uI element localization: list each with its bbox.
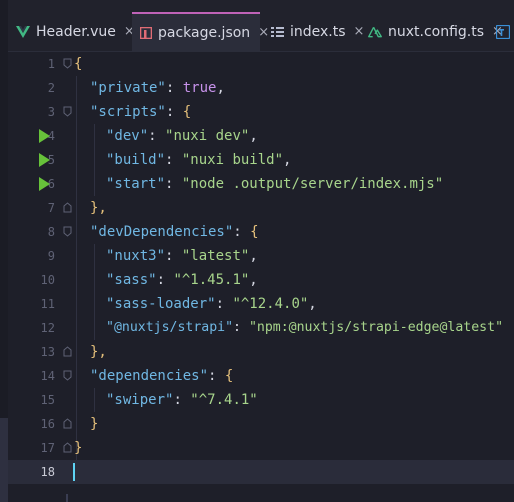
code-line[interactable]: 13 }, <box>8 340 514 364</box>
text-cursor <box>73 463 75 481</box>
line-number: 14 <box>40 369 55 383</box>
line-number: 13 <box>40 345 55 359</box>
line-number: 17 <box>40 441 55 455</box>
code-line[interactable]: 3 "scripts": { <box>8 100 514 124</box>
code-line[interactable]: 10 "sass": "^1.45.1", <box>8 268 514 292</box>
fold-icon[interactable] <box>63 370 72 381</box>
code-text: "dependencies": { <box>90 368 234 384</box>
code-editor[interactable]: 1 { 2 "private": true, 3 "scripts": { 4 … <box>8 52 514 502</box>
fold-end-icon[interactable] <box>63 346 72 357</box>
run-script-icon[interactable] <box>39 129 50 143</box>
code-line[interactable]: 17 } <box>8 436 514 460</box>
code-text: "swiper": "^7.4.1" <box>106 392 258 408</box>
close-icon[interactable]: × <box>354 24 365 39</box>
code-line[interactable]: 9 "nuxt3": "latest", <box>8 244 514 268</box>
code-text: { <box>74 56 83 72</box>
code-text: "@nuxtjs/strapi": "npm:@nuxtjs/strapi-ed… <box>106 320 504 335</box>
line-number: 16 <box>40 417 55 431</box>
line-number: 12 <box>40 321 55 335</box>
code-line[interactable]: 15 "swiper": "^7.4.1" <box>8 388 514 412</box>
line-number: 1 <box>47 57 55 71</box>
code-line[interactable]: 11 "sass-loader": "^12.4.0", <box>8 292 514 316</box>
run-script-icon[interactable] <box>39 153 50 167</box>
code-text: }, <box>90 200 107 216</box>
code-text: "devDependencies": { <box>90 224 259 240</box>
code-line[interactable]: 12 "@nuxtjs/strapi": "npm:@nuxtjs/strapi… <box>8 316 514 340</box>
line-number: 10 <box>40 273 55 287</box>
list-icon <box>270 25 284 39</box>
line-number: 15 <box>40 393 55 407</box>
nuxt-icon <box>368 25 382 39</box>
editor-tab-bar: Header.vue × package.json × index.ts × n… <box>8 0 514 52</box>
close-icon[interactable]: × <box>258 25 269 40</box>
line-number: 2 <box>47 81 55 95</box>
fold-end-icon[interactable] <box>63 442 72 453</box>
code-text: "dev": "nuxi dev", <box>106 128 258 144</box>
fold-icon[interactable] <box>63 58 72 69</box>
code-line-current[interactable]: 18 <box>8 460 514 484</box>
fold-end-icon[interactable] <box>63 418 72 429</box>
code-text: "scripts": { <box>90 104 192 120</box>
tool-strip-marker <box>0 418 8 502</box>
fold-icon[interactable] <box>63 226 72 237</box>
fold-icon[interactable] <box>63 106 72 117</box>
code-text: "start": "node .output/server/index.mjs" <box>106 176 444 192</box>
fold-end-icon[interactable] <box>63 202 72 213</box>
code-text: } <box>90 416 99 432</box>
code-text: "build": "nuxi build", <box>106 152 292 168</box>
line-number: 11 <box>40 297 55 311</box>
tab-package-json[interactable]: package.json × <box>132 12 269 51</box>
line-number: 3 <box>47 105 55 119</box>
tab-label: nuxt.config.ts <box>388 23 485 40</box>
left-tool-strip <box>0 0 8 502</box>
code-text: "sass": "^1.45.1", <box>106 272 258 288</box>
line-number: 8 <box>47 225 55 239</box>
vue-icon <box>16 25 30 39</box>
code-text: } <box>74 440 83 456</box>
tab-nuxt-config-ts[interactable]: nuxt.config.ts × <box>368 12 503 51</box>
run-script-icon[interactable] <box>39 177 50 191</box>
line-number: 7 <box>47 201 55 215</box>
code-line[interactable]: 8 "devDependencies": { <box>8 220 514 244</box>
code-line[interactable]: 6 "start": "node .output/server/index.mj… <box>8 172 514 196</box>
code-text: "sass-loader": "^12.4.0", <box>106 296 317 312</box>
indent-guide-tail <box>66 494 68 502</box>
code-line[interactable]: 5 "build": "nuxi build", <box>8 148 514 172</box>
tab-index-ts[interactable]: index.ts × <box>270 12 364 51</box>
line-number: 9 <box>47 249 55 263</box>
tab-label: index.ts <box>290 23 346 40</box>
code-line[interactable]: 4 "dev": "nuxi dev", <box>8 124 514 148</box>
code-line[interactable]: 16 } <box>8 412 514 436</box>
tab-label: Header.vue <box>36 23 116 40</box>
code-text: "private": true, <box>90 80 225 96</box>
line-number: 18 <box>40 465 55 479</box>
code-line[interactable]: 7 }, <box>8 196 514 220</box>
code-text: "nuxt3": "latest", <box>106 248 258 264</box>
tab-header-vue[interactable]: Header.vue × <box>16 12 135 51</box>
code-line[interactable]: 2 "private": true, <box>8 76 514 100</box>
code-line[interactable]: 1 { <box>8 52 514 76</box>
ts-file-icon <box>496 24 510 39</box>
tab-overflow[interactable] <box>496 12 514 51</box>
code-text: }, <box>90 344 107 360</box>
code-line[interactable]: 14 "dependencies": { <box>8 364 514 388</box>
tab-label: package.json <box>158 24 251 41</box>
npm-icon <box>140 26 152 40</box>
